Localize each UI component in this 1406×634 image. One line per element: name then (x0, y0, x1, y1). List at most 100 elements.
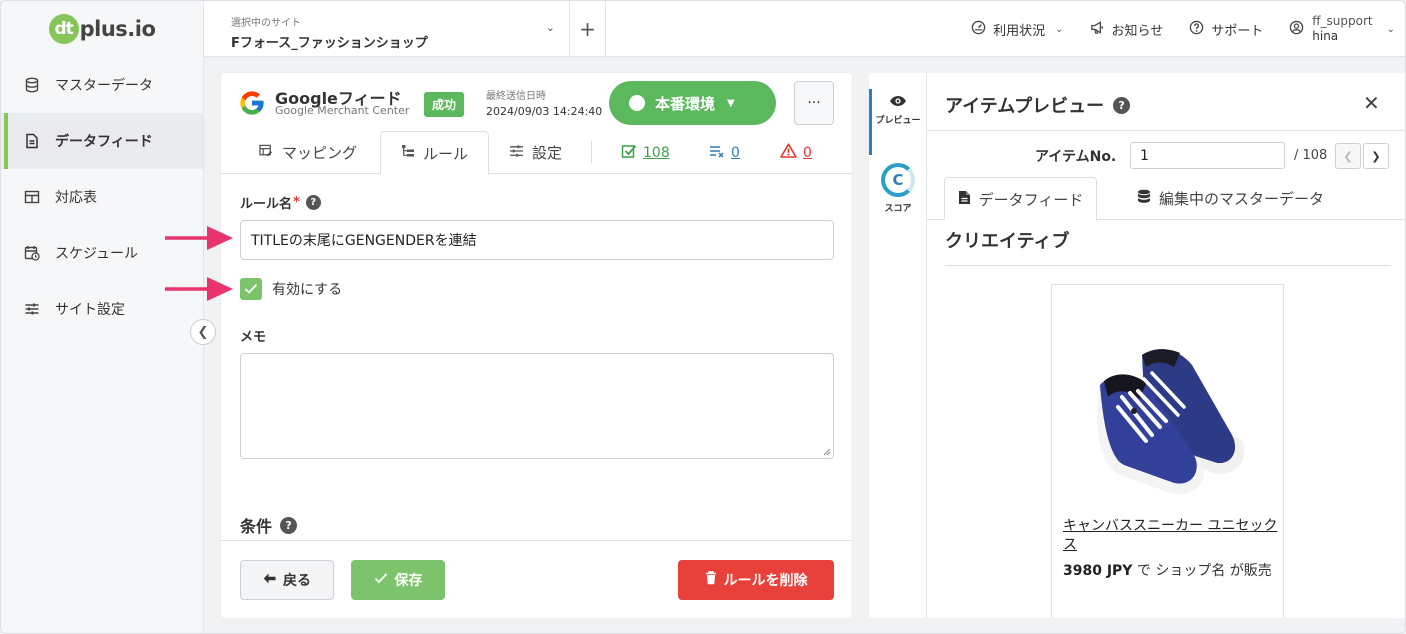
product-name-link[interactable]: キャンバススニーカー ユニセックス (1063, 517, 1278, 555)
preview-title: アイテムプレビュー ? (945, 92, 1131, 118)
tab-label: 設定 (532, 144, 563, 162)
item-number-label: アイテムNo. (1035, 149, 1117, 165)
ellipsis-icon: ··· (807, 95, 821, 111)
sidebar-item-label: 対応表 (55, 190, 97, 206)
close-icon: ✕ (1363, 91, 1380, 115)
divider (927, 130, 1405, 131)
prev-item-button[interactable]: ❮ (1335, 143, 1361, 169)
sidebar-item-data-feed[interactable]: データフィード (1, 113, 203, 169)
chevron-left-icon: ❮ (197, 324, 209, 340)
back-label: 戻る (283, 573, 311, 589)
enable-rule-checkbox-row[interactable]: 有効にする (240, 278, 834, 300)
enable-rule-checkbox[interactable] (240, 278, 262, 300)
site-selector-label: 選択中のサイト (231, 18, 301, 29)
tab-divider (591, 141, 592, 163)
chevron-left-icon: ❮ (1343, 149, 1353, 163)
preview-rail: プレビュー C スコア (869, 73, 927, 618)
rule-name-input[interactable]: TITLEの末尾にGENGENDERを連結 (240, 220, 834, 260)
gauge-icon (971, 20, 986, 39)
help-icon[interactable]: ? (305, 195, 321, 210)
database-icon (23, 76, 41, 94)
user-menu[interactable]: ff_support hina ⌄ (1289, 14, 1395, 44)
tab-mapping[interactable]: マッピング (259, 131, 357, 174)
item-number-input[interactable]: 1 (1130, 142, 1285, 169)
memo-textarea[interactable] (240, 353, 834, 459)
caret-down-icon: ▼ (727, 97, 735, 109)
resize-grip-icon[interactable] (822, 447, 831, 456)
user-icon (1289, 20, 1304, 39)
user-account: ff_support (1312, 14, 1373, 28)
sidebar-item-label: マスターデータ (55, 78, 153, 94)
rule-form: ルール名 * ? TITLEの末尾にGENGENDERを連結 有効にする メモ (240, 193, 834, 459)
tab-label: データフィード (978, 190, 1084, 209)
megaphone-icon (1090, 20, 1105, 39)
checkmark-icon (244, 283, 258, 294)
rail-score-button[interactable]: C スコア (869, 163, 927, 214)
rule-editor-card: Googleフィード Google Merchant Center 成功 最終送… (221, 73, 852, 618)
check-icon (374, 572, 388, 588)
tab-settings[interactable]: 設定 (509, 131, 562, 174)
divider (945, 265, 1391, 266)
valid-items-count[interactable]: 108 (621, 131, 670, 174)
chevron-down-icon: ⌄ (545, 21, 555, 34)
preview-tabs: データフィード 編集中のマスターデータ (927, 177, 1405, 221)
item-total: / 108 (1294, 148, 1328, 163)
sidebar-item-label: サイト設定 (55, 302, 125, 318)
tab-label: 編集中のマスターデータ (1159, 190, 1325, 208)
tab-data-feed[interactable]: データフィード (944, 177, 1097, 221)
logo-text: plus.io (79, 17, 156, 41)
sidebar: dt plus.io マスターデータ データフィード 対応表 スケジュール サイ… (1, 1, 204, 633)
price-connector: で (1136, 563, 1151, 579)
creative-heading: クリエイティブ (945, 231, 1070, 252)
trash-icon (705, 571, 717, 589)
preview-title-text: アイテムプレビュー (945, 96, 1105, 117)
product-image-sneakers (1096, 349, 1245, 495)
list-x-icon (709, 144, 725, 162)
rail-preview-button[interactable]: プレビュー (869, 89, 927, 155)
annotation-arrow-icon (165, 226, 233, 250)
database-icon (1137, 189, 1151, 208)
environment-dropdown[interactable]: 本番環境 ▼ (609, 81, 776, 125)
save-label: 保存 (394, 573, 423, 589)
more-actions-button[interactable]: ··· (794, 81, 834, 125)
delete-label: ルールを削除 (723, 573, 808, 589)
usage-menu[interactable]: 利用状況 ⌄ (971, 20, 1064, 39)
delete-rule-button[interactable]: ルールを削除 (678, 560, 834, 600)
add-site-button[interactable]: + (570, 1, 606, 57)
logo[interactable]: dt plus.io (1, 1, 203, 57)
logo-mark: dt (48, 14, 79, 44)
product-price-line: 3980 JPY で ショップ名 が販売 (1063, 560, 1272, 580)
topbar: 選択中のサイト Fフォース_ファッションショップ ⌄ + 利用状況 ⌄ お知らせ (204, 1, 1405, 57)
back-button[interactable]: 戻る (240, 560, 334, 600)
sliders-icon (23, 300, 41, 318)
tab-label: ルール (423, 144, 469, 163)
eye-icon (889, 95, 907, 110)
support-label: サポート (1211, 23, 1264, 39)
sidebar-item-label: データフィード (55, 134, 153, 150)
product-preview-card: キャンバススニーカー ユニセックス 3980 JPY で ショップ名 が販売 (1051, 284, 1284, 618)
excluded-items-count[interactable]: 0 (709, 131, 740, 174)
warning-items-count[interactable]: 0 (780, 131, 812, 174)
chevron-down-icon: ⌄ (1386, 23, 1395, 35)
item-number-value: 1 (1140, 147, 1149, 164)
sidebar-collapse-button[interactable]: ❮ (190, 319, 216, 345)
news-link[interactable]: お知らせ (1090, 20, 1163, 39)
close-preview-button[interactable]: ✕ (1363, 91, 1380, 115)
support-link[interactable]: サポート (1189, 20, 1263, 39)
help-icon[interactable]: ? (280, 516, 298, 534)
next-item-button[interactable]: ❯ (1363, 143, 1389, 169)
item-preview-panel: アイテムプレビュー ? ✕ アイテムNo. 1 / 108 ❮ ❯ データフィー… (927, 73, 1405, 618)
last-sent-label: 最終送信日時 (486, 91, 546, 102)
sidebar-item-master-data[interactable]: マスターデータ (1, 57, 203, 113)
rail-score-label: スコア (884, 204, 912, 214)
question-circle-icon (1189, 20, 1204, 39)
tab-rules[interactable]: ルール (380, 131, 490, 175)
tab-master-data[interactable]: 編集中のマスターデータ (1137, 177, 1324, 220)
site-selector[interactable]: 選択中のサイト Fフォース_ファッションショップ ⌄ (204, 1, 570, 57)
help-icon[interactable]: ? (1113, 96, 1131, 114)
usage-label: 利用状況 (993, 23, 1046, 39)
save-button[interactable]: 保存 (351, 560, 445, 600)
last-sent-date: 2024/09/03 14:24:40 (486, 105, 603, 118)
warning-count-value: 0 (803, 144, 812, 161)
sidebar-item-mapping-table[interactable]: 対応表 (1, 169, 203, 225)
